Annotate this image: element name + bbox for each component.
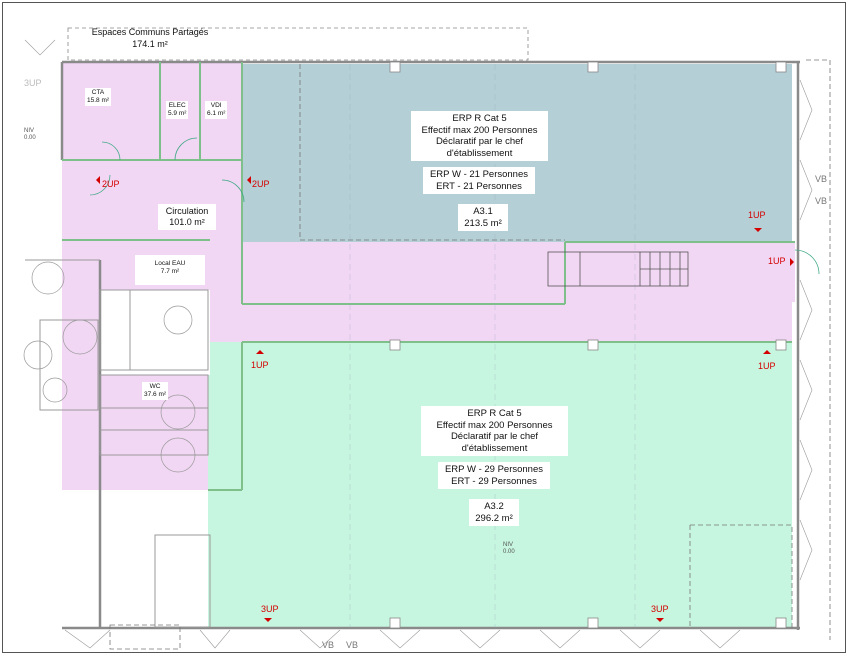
a32-ert-block: ERP W - 29 Personnes ERT - 29 Personnes: [438, 462, 550, 489]
marker-1up-right-top: 1UP: [748, 210, 766, 220]
marker-3up-bottom-left: 3UP: [261, 604, 279, 614]
room-circulation-area: 101.0 m²: [169, 217, 205, 227]
a31-line2: Effectif max 200 Personnes: [421, 124, 538, 136]
room-local-eau-name: Local EAU: [154, 260, 186, 267]
vb-label-1: VB: [815, 174, 828, 184]
vb-label-3: VB: [322, 640, 335, 650]
a31-line3: Déclaratif par le chef: [435, 136, 524, 147]
marker-3up-top: 3UP: [24, 78, 42, 88]
a32-line4: d'établissement: [461, 442, 528, 454]
floor-plan: [12, 27, 831, 650]
shared-space-name: Espaces Communs Partagés: [91, 27, 209, 37]
room-elec: ELEC 5.9 m²: [166, 101, 189, 119]
niv-center-label: NIV: [503, 542, 514, 548]
a31-erp-w: ERP W - 21 Personnes: [429, 169, 529, 180]
niv-center: NIV 0.00: [503, 542, 515, 556]
room-local-eau-area: 7.7 m²: [160, 268, 180, 275]
niv-left: NIV 0.00: [24, 128, 36, 142]
room-wc-name: WC: [149, 383, 161, 390]
a32-id-block: A3.2 296.2 m²: [469, 499, 519, 526]
niv-left-label: NIV: [24, 128, 35, 134]
room-elec-area: 5.9 m²: [168, 110, 187, 117]
a32-line2: Effectif max 200 Personnes: [436, 419, 553, 431]
a32-erp-block: ERP R Cat 5 Effectif max 200 Personnes D…: [421, 406, 568, 456]
vb-label-2: VB: [815, 196, 828, 206]
room-cta-name: CTA: [91, 89, 105, 96]
room-vdi-area: 6.1 m²: [207, 110, 226, 117]
a31-ert-block: ERP W - 21 Personnes ERT - 21 Personnes: [423, 167, 535, 194]
a32-area: 296.2 m²: [475, 512, 513, 524]
marker-2up-left: 2UP: [102, 179, 120, 189]
room-elec-name: ELEC: [168, 102, 186, 109]
marker-1up-stairs: 1UP: [768, 256, 786, 266]
a32-id: A3.2: [484, 501, 504, 512]
room-cta: CTA 15.8 m²: [85, 88, 112, 106]
room-cta-area: 15.8 m²: [87, 97, 110, 104]
room-circulation-name: Circulation: [165, 206, 209, 216]
a32-ert: ERT - 29 Personnes: [451, 475, 537, 487]
a31-erp-block: ERP R Cat 5 Effectif max 200 Personnes D…: [411, 111, 548, 161]
niv-center-value: 0.00: [503, 549, 515, 555]
marker-1up-left: 1UP: [251, 360, 269, 370]
vb-label-4: VB: [346, 640, 359, 650]
a31-ert: ERT - 21 Personnes: [436, 180, 522, 192]
marker-2up-mid: 2UP: [252, 179, 270, 189]
room-vdi-name: VDI: [210, 102, 222, 109]
a31-area: 213.5 m²: [464, 217, 502, 229]
a32-erp-w: ERP W - 29 Personnes: [444, 464, 544, 475]
a32-line3: Déclaratif par le chef: [450, 431, 539, 442]
room-wc-area: 37.6 m²: [144, 391, 167, 398]
a31-line1: ERP R Cat 5: [452, 113, 507, 124]
a31-id: A3.1: [473, 206, 493, 217]
room-wc: WC 37.6 m²: [142, 382, 169, 400]
room-vdi: VDI 6.1 m²: [205, 101, 228, 119]
marker-1up-right: 1UP: [758, 361, 776, 371]
a32-line1: ERP R Cat 5: [467, 408, 522, 419]
shared-space-area: 174.1 m²: [132, 39, 168, 49]
niv-left-value: 0.00: [24, 135, 36, 141]
marker-3up-bottom-right: 3UP: [651, 604, 669, 614]
room-circulation: Circulation 101.0 m²: [158, 204, 216, 230]
a31-id-block: A3.1 213.5 m²: [458, 204, 508, 231]
room-local-eau: Local EAU 7.7 m²: [135, 255, 205, 285]
shared-space-label: Espaces Communs Partagés 174.1 m²: [80, 26, 220, 50]
a31-line4: d'établissement: [446, 147, 513, 159]
